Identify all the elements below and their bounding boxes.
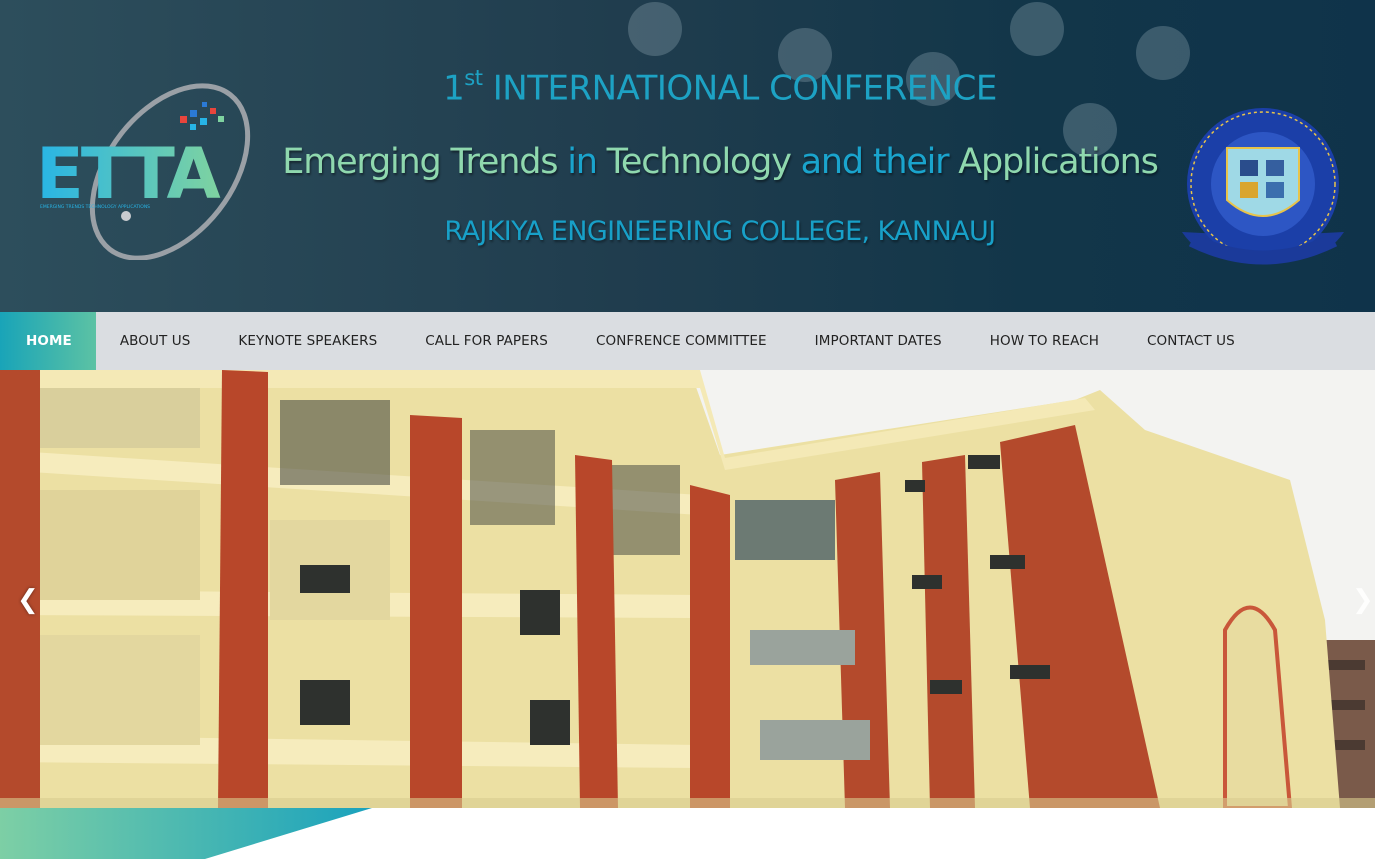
- nav-item-contact-us[interactable]: CONTACT US: [1123, 312, 1253, 370]
- header-banner: ETTA EMERGING TRENDS TECHNOLOGY APPLICAT…: [0, 0, 1375, 312]
- conference-title: 1st INTERNATIONAL CONFERENCE: [270, 66, 1170, 109]
- slider-next-arrow-icon[interactable]: ❯: [1352, 585, 1374, 615]
- college-name: RAJKIYA ENGINEERING COLLEGE, KANNAUJ: [444, 216, 996, 247]
- etta-logo: ETTA EMERGING TRENDS TECHNOLOGY APPLICAT…: [36, 83, 251, 260]
- nav-item-how-to-reach[interactable]: HOW TO REACH: [966, 312, 1123, 370]
- nav-item-important-dates[interactable]: IMPORTANT DATES: [791, 312, 966, 370]
- conference-title-suffix: st: [464, 66, 483, 90]
- decor-bubble: [628, 2, 682, 56]
- etta-logo-tagline: EMERGING TRENDS TECHNOLOGY APPLICATIONS: [40, 204, 150, 210]
- nav-item-conference-committee[interactable]: CONFRENCE COMMITTEE: [572, 312, 791, 370]
- decor-bubble: [1010, 2, 1064, 56]
- subtitle-part: Technology: [606, 142, 792, 182]
- subtitle-part: in: [557, 142, 607, 182]
- etta-logo-letters: ETTA: [36, 133, 220, 215]
- subtitle-part: Emerging Trends: [282, 142, 558, 182]
- main-nav: HOME ABOUT US KEYNOTE SPEAKERS CALL FOR …: [0, 312, 1375, 370]
- slider-prev-arrow-icon[interactable]: ❮: [17, 585, 39, 615]
- conference-title-number: 1: [443, 68, 465, 109]
- nav-item-call-for-papers[interactable]: CALL FOR PAPERS: [401, 312, 572, 370]
- image-slider[interactable]: [0, 370, 1375, 808]
- conference-subtitle: Emerging Trends in Technology and their …: [270, 142, 1170, 182]
- subtitle-part: Applications: [958, 142, 1159, 182]
- college-seal-logo: [1182, 108, 1344, 265]
- subtitle-part: and their: [790, 142, 959, 182]
- college-building-photo: [0, 370, 1375, 808]
- nav-item-about-us[interactable]: ABOUT US: [96, 312, 215, 370]
- accent-gradient-shape: [0, 808, 372, 859]
- nav-item-keynote-speakers[interactable]: KEYNOTE SPEAKERS: [214, 312, 401, 370]
- conference-title-rest: INTERNATIONAL CONFERENCE: [482, 68, 998, 109]
- nav-item-home[interactable]: HOME: [0, 312, 96, 370]
